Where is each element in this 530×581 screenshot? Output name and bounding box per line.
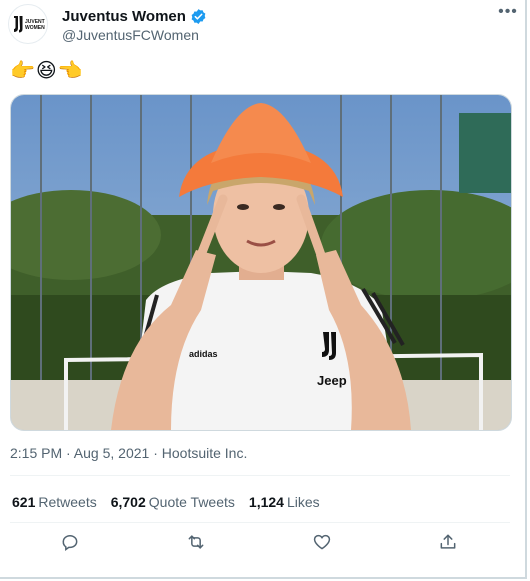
retweet-icon[interactable] [186,532,208,554]
retweets-label: Retweets [38,494,97,510]
verified-badge-icon [191,8,206,24]
like-icon[interactable] [312,532,334,554]
tweet-header: JUVENTUS WOMEN Juventus Women @JuventusF… [8,4,520,44]
divider [10,522,510,523]
svg-text:WOMEN: WOMEN [25,25,45,31]
juventus-logo-icon: JUVENTUS WOMEN [14,16,45,33]
retweets-count: 621 [12,494,36,510]
quote-tweets-count: 6,702 [110,494,146,510]
engagement-stats: 621 Retweets 6,702 Quote Tweets 1,124 Li… [12,490,334,514]
tweet-actions [10,532,510,558]
jersey-brand-text: adidas [189,349,218,359]
likes-label: Likes [286,494,320,510]
tweet-timestamp[interactable]: 2:15 PM · Aug 5, 2021 · Hootsuite Inc. [10,445,247,461]
likes-count: 1,124 [248,494,284,510]
account-handle[interactable]: @JuventusFCWomen [62,27,207,43]
photo-player-cone: Jeep adidas [11,95,511,430]
quote-tweets-label: Quote Tweets [148,494,235,510]
retweets-stat[interactable]: 621 Retweets [12,494,97,510]
avatar[interactable]: JUVENTUS WOMEN [8,4,48,44]
display-name[interactable]: Juventus Women [62,8,186,25]
likes-stat[interactable]: 1,124 Likes [249,494,320,510]
share-icon[interactable] [438,532,460,554]
tweet-text: 👉😆👈 [10,60,84,82]
quote-tweets-stat[interactable]: 6,702 Quote Tweets [111,494,235,510]
reply-icon[interactable] [60,532,82,554]
divider [10,475,510,476]
more-options-icon[interactable]: ••• [496,4,520,26]
jersey-sponsor-text: Jeep [317,373,347,388]
tweet-image[interactable]: Jeep adidas [10,94,512,431]
